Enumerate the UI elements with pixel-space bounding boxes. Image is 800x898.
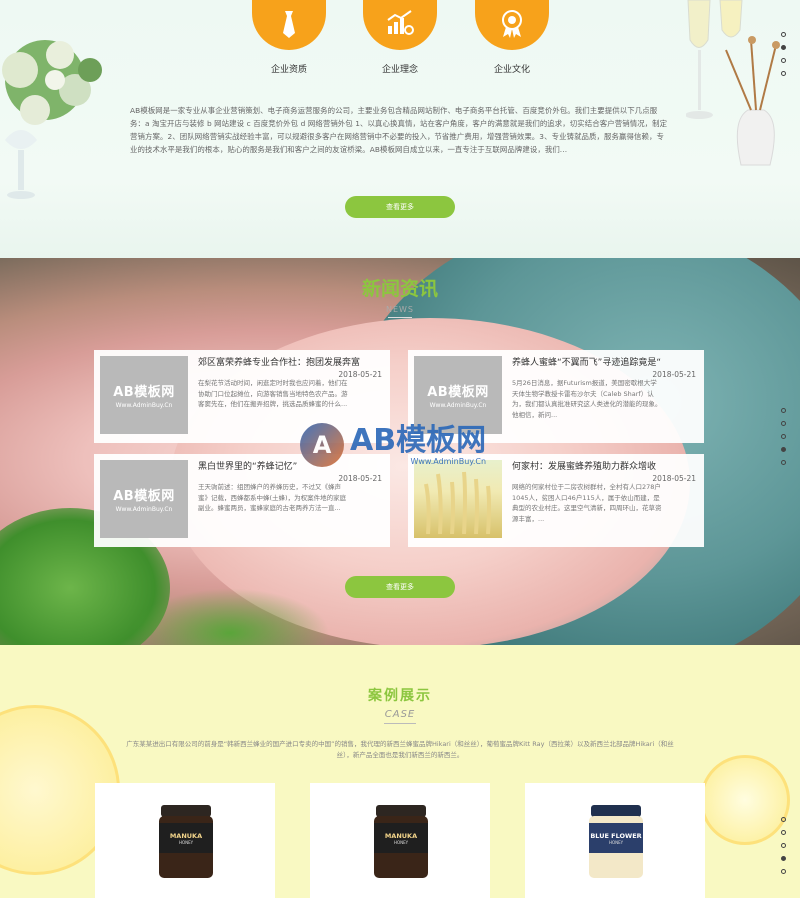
page-dot[interactable] <box>781 408 786 413</box>
jar-label: MANUKA <box>384 831 418 840</box>
jar-sublabel: HONEY <box>393 839 409 845</box>
watermark-text: AB模板网 <box>350 422 487 458</box>
cases-title: 案例展示 <box>368 688 432 704</box>
about-pagination <box>781 32 786 76</box>
news-thumbnail[interactable]: AB模板网 Www.AdminBuy.Cn <box>100 356 188 434</box>
chart-gear-icon <box>363 0 437 50</box>
jar-sublabel: HONEY <box>608 839 624 845</box>
about-description: AB模板网是一家专业从事企业营销策划、电子商务运营服务的公司，主要业务包含精品网… <box>130 106 668 154</box>
cases-subtitle: CASE <box>384 709 416 720</box>
news-more-button[interactable]: 查看更多 <box>345 576 455 598</box>
feature-philosophy[interactable]: 企业理念 <box>355 0 445 75</box>
lemon-decoration-right <box>700 755 790 845</box>
page-dot[interactable] <box>781 830 786 835</box>
page-dot[interactable] <box>781 71 786 76</box>
page-dot[interactable] <box>781 817 786 822</box>
honey-jar-image: BLUE FLOWER HONEY <box>589 805 643 879</box>
title-divider <box>384 723 416 724</box>
jar-label: MANUKA <box>169 831 203 840</box>
feature-qualification[interactable]: 企业资质 <box>244 0 334 75</box>
page-dot[interactable] <box>781 843 786 848</box>
watermark-logo: A AB模板网 Www.AdminBuy.Cn <box>300 410 520 480</box>
feature-culture[interactable]: 企业文化 <box>467 0 557 75</box>
honey-jar-image: MANUKA HONEY <box>374 805 428 879</box>
jar-label: BLUE FLOWER <box>590 831 642 840</box>
page-dot[interactable] <box>781 421 786 426</box>
cases-pagination <box>781 817 786 874</box>
feature-label: 企业文化 <box>493 65 530 75</box>
news-title: 新闻资讯 <box>361 278 438 300</box>
page-dot[interactable] <box>781 58 786 63</box>
news-pagination <box>781 408 786 465</box>
case-card[interactable]: MANUKA HONEY <box>310 783 490 898</box>
page-dot[interactable] <box>781 460 786 465</box>
thumbnail-logo-text: AB模板网 <box>113 489 175 504</box>
news-card-summary: 网络的何家村位于二房农树群村，全村有人口278户1045人，贫困人口46户115… <box>512 483 662 523</box>
news-card-title[interactable]: 养蜂人蜜蜂“不翼而飞”寻迹追踪竟是“ <box>512 355 692 368</box>
page-dot-active[interactable] <box>781 45 786 50</box>
news-card-title[interactable]: 郊区富荣养蜂专业合作社：抱团发展奔富 <box>198 355 378 368</box>
news-card-title[interactable]: 何家村：发展蜜蜂养殖助力群众增收 <box>512 459 692 472</box>
cases-section: 案例展示 CASE 广东某某进出口有限公司的前身是“韩新西兰蜂业的国产进口专卖的… <box>0 645 800 898</box>
page-dot[interactable] <box>781 32 786 37</box>
feature-label: 企业理念 <box>381 65 418 75</box>
title-divider <box>388 317 412 318</box>
plant-decoration-image <box>2 40 102 199</box>
honey-jar-image: MANUKA HONEY <box>159 805 213 879</box>
feature-label: 企业资质 <box>270 65 307 75</box>
case-card[interactable]: BLUE FLOWER HONEY <box>525 783 705 898</box>
news-card-summary: 王天驹前述：组团蜂户的养蜂历史，不过又《蜂声蜜》记载，西蜂都系中蜂(土蜂)，为权… <box>198 483 347 512</box>
page-dot[interactable] <box>781 434 786 439</box>
tie-icon <box>252 0 326 50</box>
news-card-summary: 在梨花节活动时间，闲逛定时时我也应问着，他们在协助门口位起摊位，向游客销售当地特… <box>198 379 348 408</box>
thumbnail-url-text: Www.AdminBuy.Cn <box>429 402 487 409</box>
cases-intro: 广东某某进出口有限公司的前身是“韩新西兰蜂业的国产进口专卖的中国”的销售，我代理… <box>126 740 674 759</box>
case-card[interactable]: MANUKA HONEY <box>95 783 275 898</box>
thumbnail-url-text: Www.AdminBuy.Cn <box>115 402 173 409</box>
jar-sublabel: HONEY <box>178 839 194 845</box>
news-subtitle: NEWS <box>385 305 415 314</box>
thumbnail-url-text: Www.AdminBuy.Cn <box>115 506 173 513</box>
news-thumbnail[interactable]: AB模板网 Www.AdminBuy.Cn <box>100 460 188 538</box>
news-card-summary: 5月26日消息，据Futurism报道，美国密歇根大学天体生物学教授卡雷布沙尔夫… <box>512 379 662 419</box>
thumbnail-logo-text: AB模板网 <box>113 385 175 400</box>
page-dot[interactable] <box>781 869 786 874</box>
watermark-a-icon: A <box>300 423 344 467</box>
page-dot-active[interactable] <box>781 856 786 861</box>
about-section: 企业资质 企业理念 企业文化 AB模板网是一家专业从事企业营销策划、电子商务运营… <box>0 0 800 258</box>
watermark-url: Www.AdminBuy.Cn <box>410 456 487 466</box>
about-more-button[interactable]: 查看更多 <box>345 196 455 218</box>
medal-icon <box>475 0 549 50</box>
page-dot-active[interactable] <box>781 447 786 452</box>
thumbnail-logo-text: AB模板网 <box>427 385 489 400</box>
champagne-decoration-image <box>686 0 780 166</box>
